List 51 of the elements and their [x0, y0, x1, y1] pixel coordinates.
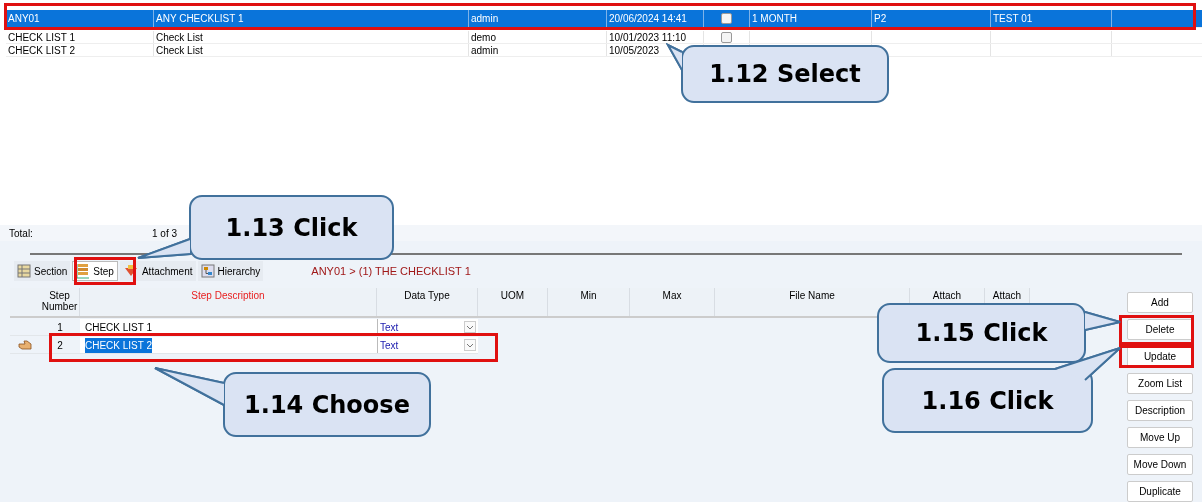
table-cell: CHECK LIST 2 — [6, 44, 154, 56]
table-cell: demo — [469, 31, 607, 43]
callout-text: 1.14 Choose — [244, 389, 410, 420]
step-number: 1 — [56, 320, 64, 335]
action-button[interactable]: Delete — [1127, 319, 1193, 340]
table-row[interactable]: ANY01 ANY CHECKLIST 1 admin 20/06/2024 14:41 1 MONTH P2 TEST 01 — [6, 10, 1202, 28]
table-cell: 20/06/2024 14:41 — [607, 10, 704, 27]
table-cell: admin — [469, 44, 607, 56]
tab[interactable]: Attachment — [119, 261, 196, 281]
step-description[interactable]: CHECK LIST 2 — [85, 337, 153, 353]
table-row[interactable]: CHECK LIST 1 Check List demo 10/01/2023 11:10 — [6, 31, 1202, 44]
table-cell-text: 1 MONTH — [752, 12, 797, 26]
column-header: Data Type — [377, 288, 478, 316]
action-button[interactable]: Duplicate — [1127, 481, 1193, 502]
action-button[interactable]: Zoom List — [1127, 373, 1193, 394]
action-button[interactable]: Move Up — [1127, 427, 1193, 448]
tab[interactable]: Hierarchy — [197, 261, 264, 281]
column-header: Step Description — [80, 288, 377, 316]
column-header: Step Number — [40, 288, 80, 316]
callout-text: 1.15 Click — [914, 320, 1049, 346]
column-header: UOM — [478, 288, 548, 316]
callout-text: 1.12 Select — [708, 62, 862, 86]
callout-text: 1.16 Click — [920, 385, 1055, 416]
table-cell: Check List — [154, 44, 469, 56]
tab[interactable]: Step — [72, 261, 118, 281]
callout-text: 1.13 Click — [224, 212, 359, 243]
table-cell: 10/01/2023 11:10 — [607, 31, 704, 43]
checkbox[interactable] — [721, 31, 732, 43]
list-icon — [76, 263, 91, 279]
table-cell: ANY CHECKLIST 1 — [154, 10, 469, 27]
checkbox[interactable] — [721, 13, 732, 24]
grid-icon — [17, 264, 31, 278]
action-button[interactable]: Move Down — [1127, 454, 1193, 475]
highlight-frame — [74, 257, 136, 285]
table-cell: ANY01 — [6, 10, 154, 27]
record-count: 1 of 3 — [152, 226, 178, 241]
total-label: Total: — [9, 226, 34, 241]
column-header: Max — [630, 288, 715, 316]
breadcrumb: ANY01 > (1) THE CHECKLIST 1 — [311, 263, 471, 279]
table-cell: Check List — [154, 31, 469, 43]
column-header: Min — [548, 288, 630, 316]
table-cell-text: TEST 01 — [993, 12, 1033, 26]
table-cell-text: P2 — [874, 12, 887, 26]
hierarchy-icon — [200, 264, 215, 278]
table-cell: admin — [469, 10, 607, 27]
action-button[interactable]: Add — [1127, 292, 1193, 313]
action-button[interactable]: Description — [1127, 400, 1193, 421]
table-cell: CHECK LIST 1 — [6, 31, 154, 43]
tab[interactable]: Section — [14, 261, 71, 281]
data-type-dropdown[interactable]: Text — [377, 337, 478, 353]
step-number: 2 — [56, 338, 64, 353]
